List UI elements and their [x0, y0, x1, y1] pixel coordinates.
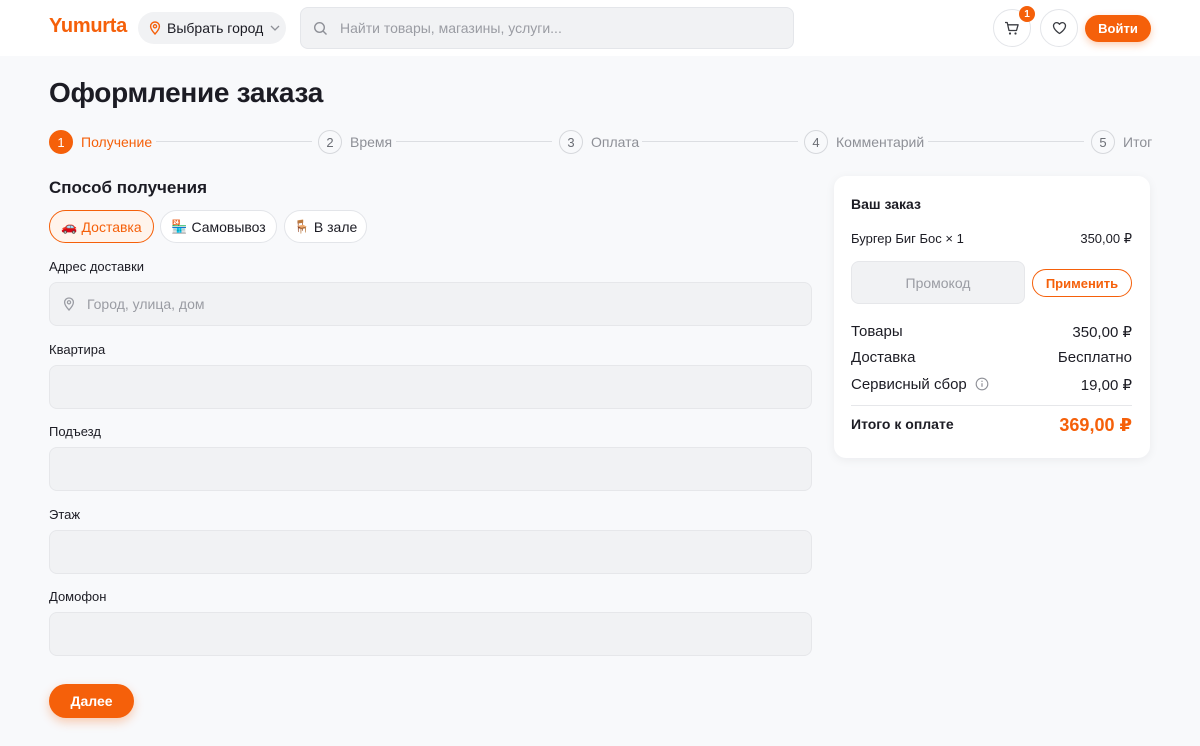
- step-connector: [642, 141, 798, 142]
- intercom-input[interactable]: [50, 626, 811, 642]
- city-select-label: Выбрать город: [167, 20, 264, 36]
- divider: [851, 405, 1132, 406]
- order-item-price: 350,00 ₽: [1080, 231, 1132, 246]
- chevron-down-icon: [270, 25, 280, 31]
- heart-icon: [1052, 21, 1067, 35]
- step-number: 1: [49, 130, 73, 154]
- address-field[interactable]: [49, 282, 812, 326]
- address-label: Адрес доставки: [49, 259, 145, 274]
- step-label: Оплата: [591, 134, 640, 150]
- promo-input[interactable]: [852, 262, 1024, 303]
- info-icon[interactable]: [975, 377, 989, 391]
- next-button[interactable]: Далее: [49, 684, 134, 718]
- step-number: 5: [1091, 130, 1115, 154]
- logo[interactable]: Yumurta: [49, 15, 127, 38]
- step-number: 4: [804, 130, 828, 154]
- map-pin-icon: [149, 21, 161, 35]
- step-payment[interactable]: 3 Оплата: [559, 130, 639, 154]
- goods-value: 350,00 ₽: [1072, 324, 1132, 341]
- section-title-receipt: Способ получения: [49, 178, 207, 197]
- step-connector: [928, 141, 1084, 142]
- city-select-button[interactable]: Выбрать город: [138, 12, 286, 44]
- entrance-input[interactable]: [50, 461, 811, 477]
- step-label: Время: [350, 134, 393, 150]
- step-summary[interactable]: 5 Итог: [1091, 130, 1152, 154]
- total-value: 369,00 ₽: [1059, 415, 1132, 435]
- delivery-value: Бесплатно: [1057, 349, 1132, 366]
- address-input[interactable]: [75, 296, 811, 312]
- step-time[interactable]: 2 Время: [318, 130, 392, 154]
- method-dine-in-button[interactable]: 🪑 В зале: [284, 210, 367, 243]
- step-number: 3: [559, 130, 583, 154]
- car-icon: 🚗: [61, 218, 78, 234]
- apartment-input[interactable]: [50, 379, 811, 395]
- step-receipt[interactable]: 1 Получение: [49, 130, 152, 154]
- apartment-field[interactable]: [49, 365, 812, 409]
- summary-title: Ваш заказ: [851, 196, 921, 212]
- method-label: В зале: [313, 218, 358, 235]
- intercom-field[interactable]: [49, 612, 812, 656]
- step-number: 2: [318, 130, 342, 154]
- step-comment[interactable]: 4 Комментарий: [804, 130, 924, 154]
- search-input[interactable]: [340, 20, 760, 36]
- promo-field[interactable]: [851, 261, 1025, 304]
- step-connector: [396, 141, 552, 142]
- step-label: Получение: [81, 134, 153, 150]
- search-icon: [313, 21, 328, 36]
- method-label: Доставка: [81, 218, 142, 235]
- apartment-label: Квартира: [49, 342, 106, 357]
- intercom-label: Домофон: [49, 589, 107, 604]
- search-bar[interactable]: [300, 7, 794, 49]
- login-button[interactable]: Войти: [1085, 15, 1151, 42]
- favorites-button[interactable]: [1040, 9, 1078, 47]
- delivery-label: Доставка: [851, 349, 916, 366]
- entrance-label: Подъезд: [49, 424, 101, 439]
- floor-field[interactable]: [49, 530, 812, 574]
- method-delivery-button[interactable]: 🚗 Доставка: [49, 210, 154, 243]
- cart-icon: [1004, 21, 1020, 36]
- floor-input[interactable]: [50, 544, 811, 560]
- order-item-name: Бургер Биг Бос × 1: [851, 231, 964, 246]
- method-pickup-button[interactable]: 🏪 Самовывоз: [160, 210, 277, 243]
- map-pin-icon: [63, 297, 75, 311]
- service-fee-value: 19,00 ₽: [1080, 377, 1132, 394]
- step-connector: [156, 141, 312, 142]
- top-header: Yumurta Выбрать город 1 Войти: [0, 0, 1200, 56]
- page-title: Оформление заказа: [49, 77, 323, 108]
- step-label: Итог: [1123, 134, 1153, 150]
- method-label: Самовывоз: [191, 218, 266, 235]
- chair-icon: 🪑: [293, 218, 310, 234]
- entrance-field[interactable]: [49, 447, 812, 491]
- floor-label: Этаж: [49, 507, 81, 522]
- apply-promo-button[interactable]: Применить: [1032, 269, 1132, 297]
- store-icon: 🏪: [171, 218, 188, 234]
- service-fee-label: Сервисный сбор: [851, 376, 967, 393]
- service-fee-row: Сервисный сбор: [851, 376, 989, 393]
- goods-label: Товары: [851, 323, 903, 340]
- cart-count-badge: 1: [1019, 6, 1035, 22]
- total-label: Итого к оплате: [851, 416, 954, 432]
- step-label: Комментарий: [836, 134, 925, 150]
- order-summary-card: Ваш заказ Бургер Биг Бос × 1 350,00 ₽ Пр…: [834, 176, 1150, 458]
